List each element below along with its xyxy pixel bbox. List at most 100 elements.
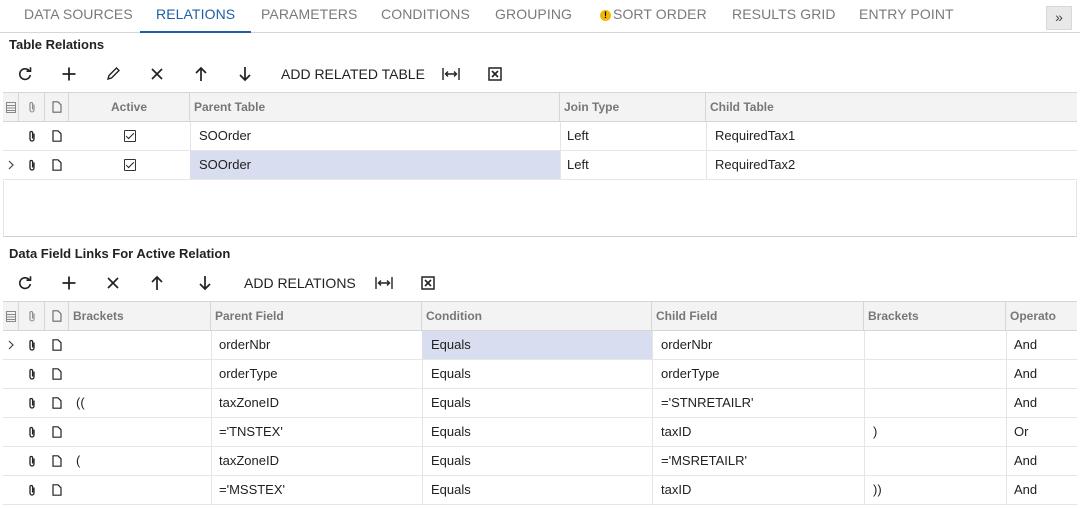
brackets-close-cell[interactable] (873, 331, 1003, 359)
table-row[interactable]: ( taxZoneID Equals ='MSRETAILR' And (3, 447, 1077, 476)
table-row[interactable]: (( taxZoneID Equals ='STNRETAILR' And (3, 389, 1077, 418)
brackets-close-cell[interactable]: )) (873, 476, 1003, 504)
brackets-open-cell[interactable] (76, 476, 206, 504)
brackets-open-cell[interactable]: ( (76, 447, 206, 475)
child-field-cell[interactable]: taxID (661, 476, 861, 504)
column-join-type[interactable]: Join Type (560, 93, 706, 121)
brackets-open-cell[interactable] (76, 331, 206, 359)
operator-cell[interactable]: Or (1014, 418, 1074, 446)
condition-cell[interactable]: Equals (422, 331, 652, 359)
table-row[interactable]: orderType Equals orderType And (3, 360, 1077, 389)
paperclip-icon[interactable] (19, 360, 45, 388)
note-icon[interactable] (45, 418, 69, 446)
child-field-cell[interactable]: taxID (661, 418, 861, 446)
parent-field-cell[interactable]: ='MSSTEX' (219, 476, 419, 504)
move-up-button[interactable] (188, 60, 214, 88)
column-child-table[interactable]: Child Table (706, 93, 1077, 121)
operator-cell[interactable]: And (1014, 389, 1074, 417)
column-settings-icon[interactable] (3, 302, 19, 330)
note-icon[interactable] (45, 151, 69, 179)
edit-button[interactable] (100, 60, 126, 88)
column-operator[interactable]: Operato (1006, 302, 1077, 330)
condition-cell[interactable]: Equals (422, 447, 652, 475)
parent-table-cell[interactable]: SOOrder (199, 122, 554, 150)
brackets-close-cell[interactable] (873, 447, 1003, 475)
paperclip-icon[interactable] (19, 122, 45, 150)
tab-grouping[interactable]: GROUPING (495, 0, 572, 33)
tab-relations[interactable]: RELATIONS (140, 0, 252, 33)
operator-cell[interactable]: And (1014, 360, 1074, 388)
operator-cell[interactable]: And (1014, 331, 1074, 359)
note-icon[interactable] (45, 476, 69, 504)
fit-to-screen-button[interactable] (440, 60, 462, 88)
refresh-button[interactable] (12, 269, 38, 297)
operator-cell[interactable]: And (1014, 447, 1074, 475)
child-field-cell[interactable]: orderType (661, 360, 861, 388)
parent-field-cell[interactable]: orderNbr (219, 331, 419, 359)
more-tabs-button[interactable]: » (1046, 6, 1072, 30)
table-row[interactable]: SOOrder Left RequiredTax2 (3, 151, 1077, 180)
parent-field-cell[interactable]: taxZoneID (219, 447, 419, 475)
brackets-open-cell[interactable] (76, 360, 206, 388)
brackets-open-cell[interactable]: (( (76, 389, 206, 417)
fit-to-screen-button[interactable] (373, 269, 395, 297)
brackets-close-cell[interactable] (873, 389, 1003, 417)
parent-table-cell[interactable]: SOOrder (190, 151, 560, 179)
brackets-close-cell[interactable] (873, 360, 1003, 388)
tab-parameters[interactable]: PARAMETERS (261, 0, 357, 33)
add-related-table-button[interactable]: ADD RELATED TABLE (281, 60, 425, 88)
section-splitter[interactable] (3, 236, 1077, 237)
child-field-cell[interactable]: ='MSRETAILR' (661, 447, 861, 475)
child-table-cell[interactable]: RequiredTax2 (715, 151, 1070, 179)
column-parent-table[interactable]: Parent Table (190, 93, 560, 121)
move-up-button[interactable] (144, 269, 170, 297)
paperclip-icon[interactable] (19, 389, 45, 417)
paperclip-icon[interactable] (19, 476, 45, 504)
note-icon[interactable] (45, 331, 69, 359)
condition-cell[interactable]: Equals (422, 476, 652, 504)
tab-data-sources[interactable]: DATA SOURCES (24, 0, 133, 33)
column-active[interactable]: Active (69, 93, 190, 121)
tab-sort-order[interactable]: ! SORT ORDER (600, 0, 707, 33)
export-excel-button[interactable] (484, 60, 506, 88)
tab-results-grid[interactable]: RESULTS GRID (732, 0, 836, 33)
table-row[interactable]: SOOrder Left RequiredTax1 (3, 122, 1077, 151)
column-condition[interactable]: Condition (422, 302, 652, 330)
condition-cell[interactable]: Equals (422, 418, 652, 446)
note-icon[interactable] (45, 389, 69, 417)
brackets-close-cell[interactable]: ) (873, 418, 1003, 446)
child-field-cell[interactable]: ='STNRETAILR' (661, 389, 861, 417)
column-settings-icon[interactable] (3, 93, 19, 121)
add-relations-button[interactable]: ADD RELATIONS (244, 269, 356, 297)
join-type-cell[interactable]: Left (567, 122, 702, 150)
join-type-cell[interactable]: Left (567, 151, 702, 179)
add-row-button[interactable] (56, 269, 82, 297)
column-child-field[interactable]: Child Field (652, 302, 864, 330)
paperclip-icon[interactable] (19, 418, 45, 446)
move-down-button[interactable] (232, 60, 258, 88)
parent-field-cell[interactable]: orderType (219, 360, 419, 388)
brackets-open-cell[interactable] (76, 418, 206, 446)
note-icon[interactable] (45, 122, 69, 150)
column-parent-field[interactable]: Parent Field (211, 302, 422, 330)
tab-entry-point[interactable]: ENTRY POINT (859, 0, 954, 33)
condition-cell[interactable]: Equals (422, 360, 652, 388)
note-icon[interactable] (45, 360, 69, 388)
active-checkbox[interactable] (69, 151, 190, 179)
delete-row-button[interactable] (100, 269, 126, 297)
table-row[interactable]: ='MSSTEX' Equals taxID )) And (3, 476, 1077, 505)
parent-field-cell[interactable]: taxZoneID (219, 389, 419, 417)
note-icon[interactable] (45, 447, 69, 475)
export-excel-button[interactable] (417, 269, 439, 297)
move-down-button[interactable] (192, 269, 218, 297)
paperclip-icon[interactable] (19, 331, 45, 359)
child-table-cell[interactable]: RequiredTax1 (715, 122, 1070, 150)
column-brackets-close[interactable]: Brackets (864, 302, 1006, 330)
table-row[interactable]: orderNbr Equals orderNbr And (3, 331, 1077, 360)
paperclip-icon[interactable] (19, 447, 45, 475)
add-row-button[interactable] (56, 60, 82, 88)
active-checkbox[interactable] (69, 122, 190, 150)
child-field-cell[interactable]: orderNbr (661, 331, 861, 359)
parent-field-cell[interactable]: ='TNSTEX' (219, 418, 419, 446)
column-brackets-open[interactable]: Brackets (69, 302, 211, 330)
